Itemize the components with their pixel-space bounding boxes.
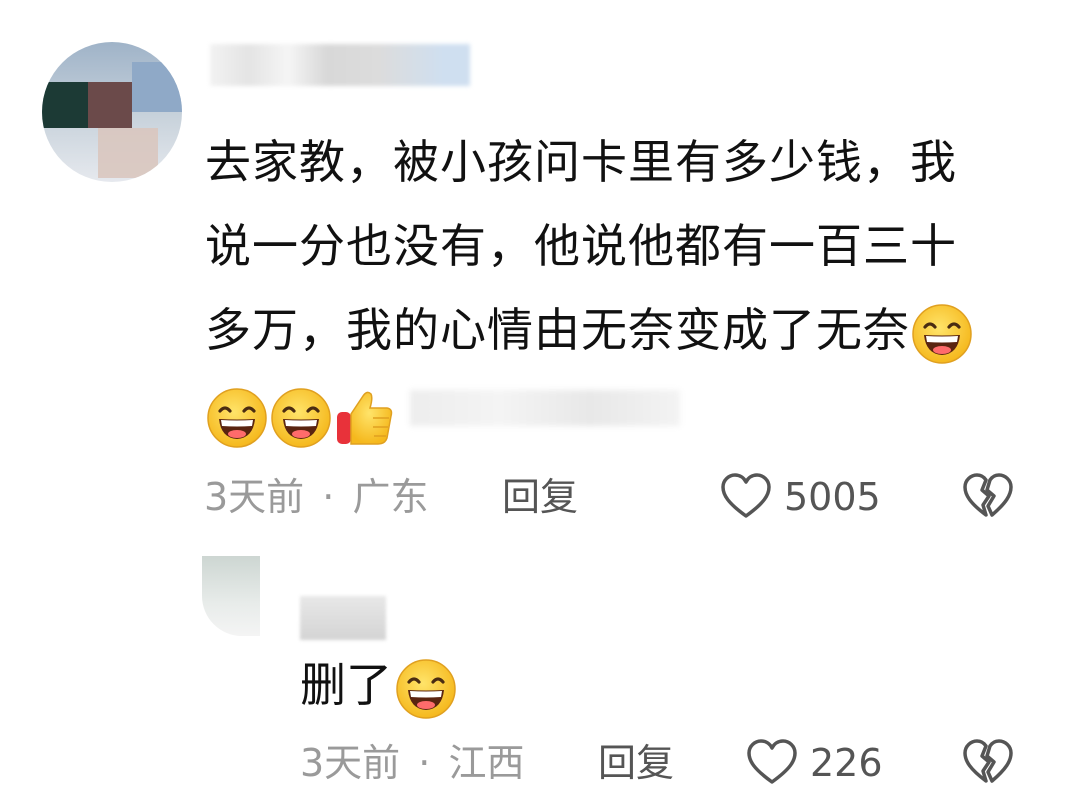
grin-emoji (269, 386, 333, 450)
username-blurred[interactable] (210, 44, 470, 86)
reply-body: 删了 (300, 650, 458, 721)
reply-location: 江西 (448, 741, 525, 785)
grin-emoji (394, 657, 458, 721)
meta-separator: · (322, 475, 335, 519)
grin-emoji (910, 302, 974, 366)
reply-like-count: 226 (810, 741, 883, 785)
reply-avatar[interactable] (202, 556, 260, 636)
reply-text: 删了 (300, 658, 392, 712)
comment-line: 多万，我的心情由无奈变成了无奈 (205, 288, 1045, 372)
reply-meta: 3天前 · 江西 (300, 738, 524, 788)
meta-separator: · (418, 741, 431, 785)
reply-time: 3天前 (300, 741, 401, 785)
comment-line: 说一分也没有，他说他都有一百三十 (205, 219, 957, 273)
avatar[interactable] (42, 42, 182, 182)
blurred-watermark (410, 390, 680, 426)
broken-heart-icon[interactable] (962, 472, 1014, 520)
grin-emoji (205, 386, 269, 450)
comment-line: 去家教，被小孩问卡里有多少钱，我 (205, 135, 957, 189)
like-count: 5005 (784, 475, 881, 519)
heart-outline-icon[interactable] (746, 738, 798, 786)
comment-meta: 3天前 · 广东 (204, 472, 428, 522)
comment-location: 广东 (352, 475, 429, 519)
reply-reply-button[interactable]: 回复 (598, 738, 674, 788)
broken-heart-icon[interactable] (962, 738, 1014, 786)
thumbs-up-emoji (333, 386, 397, 450)
reply-button[interactable]: 回复 (502, 472, 578, 522)
reply-username-blurred[interactable] (300, 596, 386, 640)
heart-outline-icon[interactable] (720, 472, 772, 520)
comment-time: 3天前 (204, 475, 305, 519)
